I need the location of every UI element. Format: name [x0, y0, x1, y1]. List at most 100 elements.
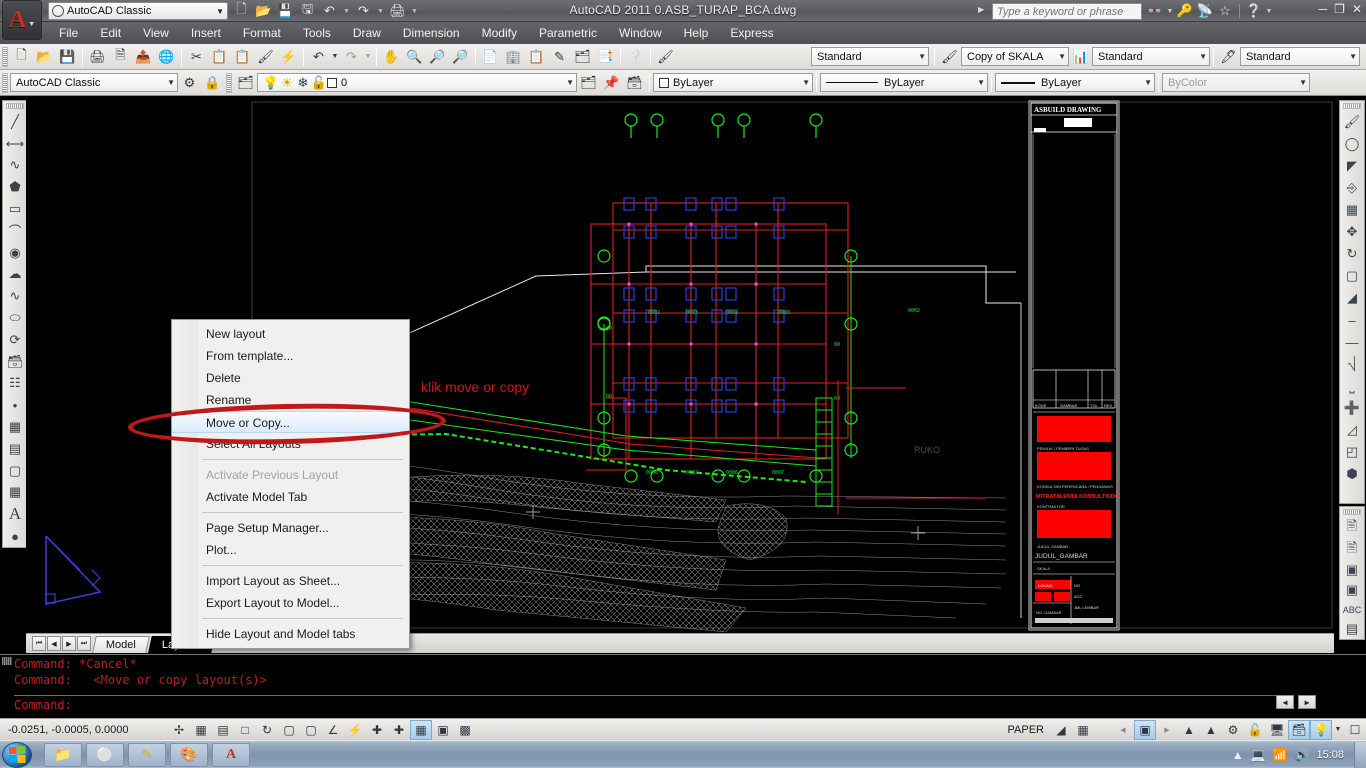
cut-icon[interactable]: ✂ — [185, 46, 208, 68]
stretch-icon[interactable]: ◢ — [1340, 287, 1364, 309]
scroll-right-icon[interactable]: ▶ — [1298, 695, 1316, 709]
menu-view[interactable]: View — [132, 24, 180, 42]
break-at-point-icon[interactable]: ⎷ — [1340, 353, 1364, 375]
gradient-icon[interactable]: ▤ — [3, 438, 27, 460]
text-icon[interactable]: A — [3, 503, 27, 525]
gridmode-icon[interactable]: ▤ — [212, 720, 234, 740]
layer-make-current-icon[interactable]: 📌 — [600, 72, 623, 94]
color-combo[interactable]: ByLayer ▼ — [653, 73, 813, 92]
hatch-icon[interactable]: ▦ — [3, 416, 27, 438]
search-input[interactable] — [997, 5, 1141, 18]
send-under-object-icon[interactable]: ▣ — [1340, 580, 1364, 600]
freeze-icon[interactable]: ❄ — [295, 72, 311, 94]
publish-icon[interactable]: 📤 — [132, 46, 155, 68]
menu-parametric[interactable]: Parametric — [528, 24, 608, 42]
render-icon[interactable]: 🖌 — [654, 46, 677, 68]
revision-cloud-icon[interactable]: ☁ — [3, 264, 27, 286]
binoculars-icon[interactable]: 👓 — [1146, 2, 1164, 20]
menu-window[interactable]: Window — [608, 24, 673, 42]
spline-icon[interactable]: ∿ — [3, 285, 27, 307]
open-icon[interactable]: 📂 — [254, 2, 273, 20]
annotation-scale-icon[interactable]: ▣ — [1134, 719, 1156, 740]
toolbar-grip[interactable] — [2, 72, 8, 93]
menu-item-page-setup-manager[interactable]: Page Setup Manager... — [172, 517, 409, 539]
bring-to-front-icon[interactable]: 🖹 — [1340, 517, 1364, 539]
menu-help[interactable]: Help — [673, 24, 720, 42]
plot-icon[interactable]: 🖨 — [388, 2, 407, 20]
taskbar-explorer[interactable]: 📁 — [44, 742, 82, 767]
properties-quick-icon[interactable]: ⚡ — [277, 46, 300, 68]
send-to-back-icon[interactable]: 🖹 — [1340, 539, 1364, 561]
sun-icon[interactable]: ☀ — [279, 72, 295, 94]
scroll-arrow-left-icon[interactable]: ◀ — [1112, 720, 1134, 740]
offset-icon[interactable]: ⎆ — [1340, 177, 1364, 199]
redo-dropdown-icon[interactable]: ▼ — [363, 46, 373, 68]
space-label[interactable]: PAPER — [1002, 724, 1050, 736]
tray-dropdown-icon[interactable]: ▼ — [1332, 720, 1344, 740]
bring-above-object-icon[interactable]: ▣ — [1340, 561, 1364, 581]
layer-previous-icon[interactable]: 🗂 — [577, 72, 600, 94]
autoscale-icon[interactable]: ▲ — [1200, 720, 1222, 740]
application-menu-button[interactable]: A ▼ — [2, 0, 42, 40]
lineweight-combo[interactable]: ByLayer ▼ — [995, 73, 1155, 92]
command-line-grip[interactable] — [2, 657, 12, 665]
designcenter-icon[interactable]: 🏢 — [502, 46, 525, 68]
table-style-manager-icon[interactable]: 📊 — [1069, 46, 1092, 68]
ellipse-arc-icon[interactable]: ⟳ — [3, 329, 27, 351]
new-icon[interactable]: 🗋 — [232, 1, 251, 20]
matchprop-icon[interactable]: 🖌 — [254, 46, 277, 68]
multileader-style-manager-icon[interactable]: 🖊 — [1217, 46, 1240, 68]
network-icon[interactable]: 💻 — [1251, 748, 1266, 762]
menu-format[interactable]: Format — [232, 24, 292, 42]
tab-model[interactable]: Model — [92, 636, 150, 653]
plot-icon[interactable]: 🖨 — [86, 46, 109, 68]
hatch-to-back-icon[interactable]: ▤ — [1340, 619, 1364, 639]
break-icon[interactable]: ⎵ — [1340, 375, 1364, 397]
insert-block-icon[interactable]: 🗃 — [3, 351, 27, 373]
layer-match-icon[interactable]: 🗃 — [623, 72, 646, 94]
workspace-lock-icon[interactable]: 🔒 — [201, 72, 224, 94]
pan-icon[interactable]: ✋ — [380, 46, 403, 68]
hardware-icon[interactable]: 🖥 — [1266, 720, 1288, 740]
menu-draw[interactable]: Draw — [342, 24, 392, 42]
trim-icon[interactable]: ‒ — [1340, 309, 1364, 331]
menu-dimension[interactable]: Dimension — [392, 24, 471, 42]
new-icon[interactable]: 🗋 — [10, 46, 33, 68]
toolbar-grip[interactable] — [1343, 103, 1361, 109]
layer-properties-icon[interactable]: 🗂 — [234, 72, 257, 94]
prev-tab-icon[interactable]: ◀ — [47, 636, 61, 651]
move-icon[interactable]: ✥ — [1340, 221, 1364, 243]
workspace-gear-icon[interactable]: ⚙ — [1222, 720, 1244, 740]
menu-insert[interactable]: Insert — [180, 24, 232, 42]
workspace-selector[interactable]: AutoCAD Classic ▼ — [48, 2, 228, 20]
toolbar-grip[interactable] — [1343, 509, 1361, 515]
menu-item-new-layout[interactable]: New layout — [172, 323, 409, 345]
key-icon[interactable]: 🔑 — [1176, 2, 1194, 20]
transparency-icon[interactable]: ✚ — [388, 720, 410, 740]
last-tab-icon[interactable]: ⏭ — [77, 636, 91, 651]
menu-item-import-layout-as-sheet[interactable]: Import Layout as Sheet... — [172, 570, 409, 592]
menu-file[interactable]: File — [48, 24, 89, 42]
point-icon[interactable]: • — [3, 394, 27, 416]
markup-icon[interactable]: 📑 — [594, 46, 617, 68]
undo-dropdown-icon[interactable]: ▼ — [342, 2, 351, 20]
viewport-icon[interactable]: ▦ — [1072, 720, 1094, 740]
menu-express[interactable]: Express — [719, 24, 784, 42]
menu-item-plot[interactable]: Plot... — [172, 539, 409, 561]
open-icon[interactable]: 📂 — [33, 46, 56, 68]
show-desktop-button[interactable] — [1354, 741, 1366, 768]
menu-item-activate-model-tab[interactable]: Activate Model Tab — [172, 486, 409, 508]
copy-icon[interactable]: 📋 — [208, 46, 231, 68]
3dorbit-icon[interactable]: 🌐 — [155, 46, 178, 68]
command-line[interactable]: Command: *Cancel* Command: <Move or copy… — [0, 654, 1366, 718]
text-style-combo[interactable]: Copy of SKALA ▼ — [961, 47, 1069, 66]
menu-item-delete[interactable]: Delete — [172, 367, 409, 389]
construction-line-icon[interactable]: ⟷ — [3, 133, 27, 155]
otrack-icon[interactable]: ▢ — [300, 720, 322, 740]
arc-icon[interactable]: ⌒ — [3, 220, 27, 242]
command-prompt[interactable]: Command: — [14, 697, 72, 713]
taskbar-firefox[interactable]: ⚪ — [86, 742, 124, 767]
redo-icon[interactable]: ↷ — [340, 46, 363, 68]
minimize-icon[interactable]: ─ — [1319, 2, 1328, 16]
mirror-icon[interactable]: ◤ — [1340, 155, 1364, 177]
